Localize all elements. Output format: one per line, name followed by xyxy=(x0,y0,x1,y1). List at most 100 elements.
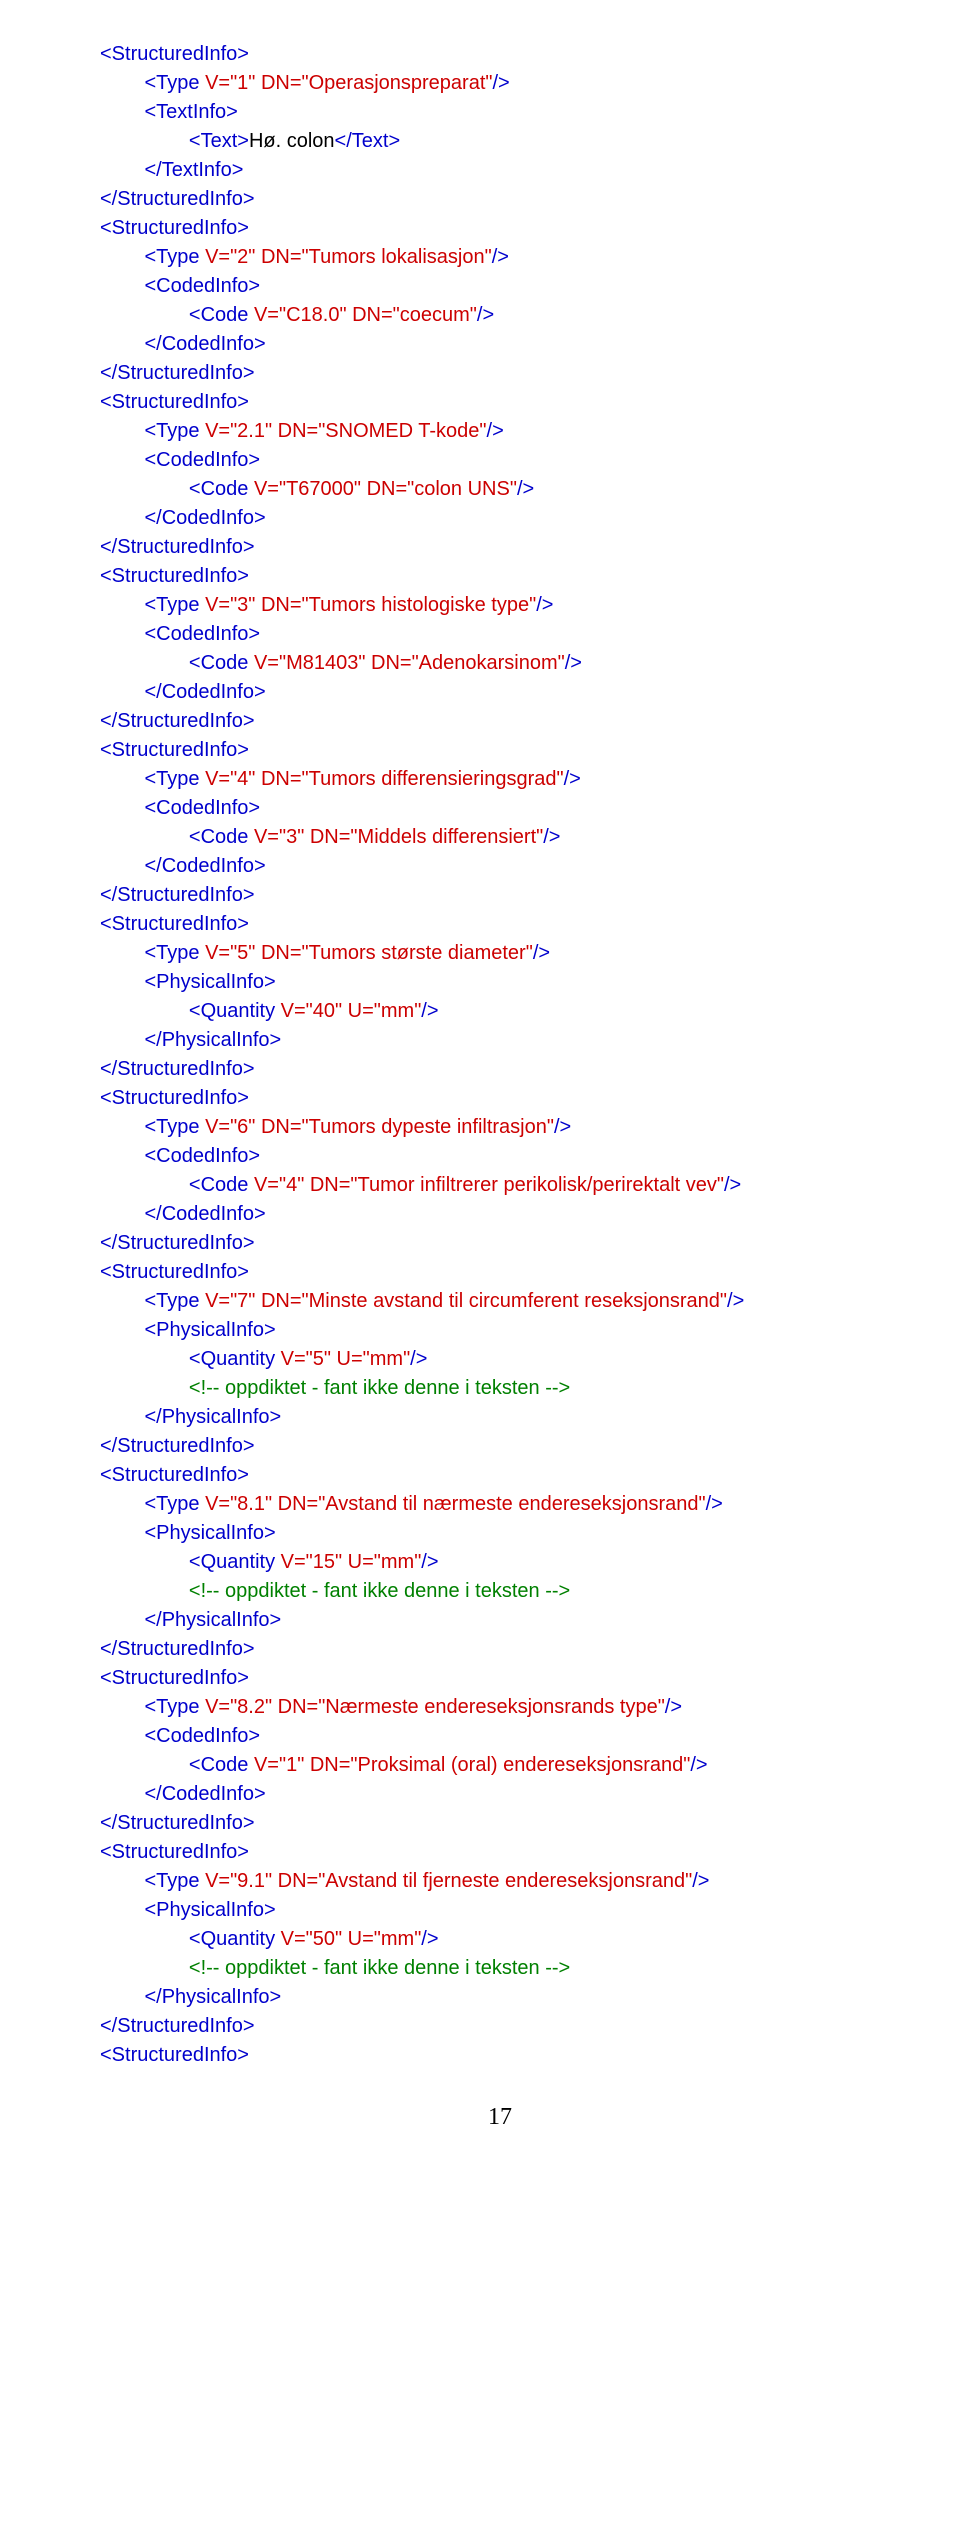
attr-text: V="9.1" DN="Avstand til fjerneste endere… xyxy=(205,1870,692,1892)
tag-text: <StructuredInfo> xyxy=(100,739,249,761)
tag-text: /> xyxy=(493,72,510,94)
code-line: <Type V="8.2" DN="Nærmeste endereseksjon… xyxy=(100,1693,900,1722)
tag-text: </StructuredInfo> xyxy=(100,2015,255,2037)
tag-text: /> xyxy=(564,768,581,790)
tag-text: /> xyxy=(724,1174,741,1196)
code-line: </TextInfo> xyxy=(100,156,900,185)
tag-text: </TextInfo> xyxy=(144,159,243,181)
tag-text: </CodedInfo> xyxy=(144,507,265,529)
attr-text: V="2.1" DN="SNOMED T-kode" xyxy=(205,420,486,442)
comment-text: <!-- oppdiktet - fant ikke denne i tekst… xyxy=(189,1377,570,1399)
code-line: <Quantity V="40" U="mm"/> xyxy=(100,997,900,1026)
attr-text: V="1" DN="Operasjonspreparat" xyxy=(205,72,492,94)
tag-text: <StructuredInfo> xyxy=(100,913,249,935)
tag-text: </StructuredInfo> xyxy=(100,1435,255,1457)
code-line: <StructuredInfo> xyxy=(100,388,900,417)
code-line: </CodedInfo> xyxy=(100,1200,900,1229)
code-line: </StructuredInfo> xyxy=(100,533,900,562)
code-line: <Type V="1" DN="Operasjonspreparat"/> xyxy=(100,69,900,98)
tag-text: </Text> xyxy=(335,130,401,152)
code-line: <PhysicalInfo> xyxy=(100,968,900,997)
tag-text: /> xyxy=(421,1000,438,1022)
code-line: </StructuredInfo> xyxy=(100,1432,900,1461)
code-line: </StructuredInfo> xyxy=(100,1809,900,1838)
code-line: </StructuredInfo> xyxy=(100,2012,900,2041)
code-line: </CodedInfo> xyxy=(100,504,900,533)
tag-text: <StructuredInfo> xyxy=(100,1667,249,1689)
code-line: <CodedInfo> xyxy=(100,794,900,823)
tag-text: <CodedInfo> xyxy=(144,1725,260,1747)
tag-text: <StructuredInfo> xyxy=(100,1261,249,1283)
attr-text: V="4" DN="Tumors differensieringsgrad" xyxy=(205,768,564,790)
tag-text: <Code xyxy=(189,1754,254,1776)
code-line: <Code V="3" DN="Middels differensiert"/> xyxy=(100,823,900,852)
attr-text: V="15" U="mm" xyxy=(281,1551,422,1573)
tag-text: </CodedInfo> xyxy=(144,855,265,877)
code-line: <!-- oppdiktet - fant ikke denne i tekst… xyxy=(100,1954,900,1983)
tag-text: </StructuredInfo> xyxy=(100,884,255,906)
tag-text: <Quantity xyxy=(189,1000,281,1022)
tag-text: <CodedInfo> xyxy=(144,275,260,297)
tag-text: <StructuredInfo> xyxy=(100,1841,249,1863)
tag-text: <StructuredInfo> xyxy=(100,1464,249,1486)
code-line: <Type V="6" DN="Tumors dypeste infiltras… xyxy=(100,1113,900,1142)
page-number: 17 xyxy=(100,2100,900,2135)
code-line: <Code V="T67000" DN="colon UNS"/> xyxy=(100,475,900,504)
attr-text: V="40" U="mm" xyxy=(281,1000,422,1022)
tag-text: <Code xyxy=(189,652,254,674)
code-line: <StructuredInfo> xyxy=(100,736,900,765)
tag-text: </StructuredInfo> xyxy=(100,362,255,384)
code-line: </CodedInfo> xyxy=(100,1780,900,1809)
code-line: <CodedInfo> xyxy=(100,272,900,301)
code-line: <PhysicalInfo> xyxy=(100,1896,900,1925)
tag-text: <CodedInfo> xyxy=(144,797,260,819)
tag-text: <StructuredInfo> xyxy=(100,1087,249,1109)
code-line: <Type V="8.1" DN="Avstand til nærmeste e… xyxy=(100,1490,900,1519)
tag-text: <Quantity xyxy=(189,1928,281,1950)
attr-text: V="5" U="mm" xyxy=(281,1348,411,1370)
tag-text: /> xyxy=(554,1116,571,1138)
code-line: <CodedInfo> xyxy=(100,1142,900,1171)
code-line: <Code V="1" DN="Proksimal (oral) enderes… xyxy=(100,1751,900,1780)
code-line: <StructuredInfo> xyxy=(100,562,900,591)
tag-text: /> xyxy=(487,420,504,442)
code-line: <PhysicalInfo> xyxy=(100,1519,900,1548)
code-line: <Type V="5" DN="Tumors største diameter"… xyxy=(100,939,900,968)
tag-text: <Type xyxy=(144,768,205,790)
tag-text: /> xyxy=(477,304,494,326)
tag-text: <PhysicalInfo> xyxy=(144,1899,275,1921)
tag-text: /> xyxy=(665,1696,682,1718)
attr-text: V="6" DN="Tumors dypeste infiltrasjon" xyxy=(205,1116,554,1138)
tag-text: <Quantity xyxy=(189,1348,281,1370)
code-line: <Type V="3" DN="Tumors histologiske type… xyxy=(100,591,900,620)
code-line: </StructuredInfo> xyxy=(100,1635,900,1664)
tag-text: <PhysicalInfo> xyxy=(144,971,275,993)
code-line: <StructuredInfo> xyxy=(100,1461,900,1490)
code-line: </PhysicalInfo> xyxy=(100,1606,900,1635)
tag-text: </PhysicalInfo> xyxy=(144,1609,281,1631)
xml-code-block: <StructuredInfo> <Type V="1" DN="Operasj… xyxy=(100,40,900,2070)
code-line: <Type V="7" DN="Minste avstand til circu… xyxy=(100,1287,900,1316)
code-line: <StructuredInfo> xyxy=(100,1084,900,1113)
tag-text: /> xyxy=(517,478,534,500)
tag-text: </StructuredInfo> xyxy=(100,1812,255,1834)
code-line: <Code V="C18.0" DN="coecum"/> xyxy=(100,301,900,330)
code-line: </StructuredInfo> xyxy=(100,359,900,388)
txt-text: Hø. colon xyxy=(249,130,335,152)
tag-text: <CodedInfo> xyxy=(144,623,260,645)
tag-text: </PhysicalInfo> xyxy=(144,1029,281,1051)
tag-text: <StructuredInfo> xyxy=(100,217,249,239)
code-line: <StructuredInfo> xyxy=(100,2041,900,2070)
code-line: <StructuredInfo> xyxy=(100,1838,900,1867)
code-line: </StructuredInfo> xyxy=(100,1229,900,1258)
code-line: <TextInfo> xyxy=(100,98,900,127)
tag-text: /> xyxy=(727,1290,744,1312)
comment-text: <!-- oppdiktet - fant ikke denne i tekst… xyxy=(189,1957,570,1979)
attr-text: V="3" DN="Tumors histologiske type" xyxy=(205,594,536,616)
code-line: <StructuredInfo> xyxy=(100,1664,900,1693)
code-line: <!-- oppdiktet - fant ikke denne i tekst… xyxy=(100,1374,900,1403)
code-line: <StructuredInfo> xyxy=(100,910,900,939)
code-line: </StructuredInfo> xyxy=(100,1055,900,1084)
comment-text: <!-- oppdiktet - fant ikke denne i tekst… xyxy=(189,1580,570,1602)
tag-text: </CodedInfo> xyxy=(144,1203,265,1225)
